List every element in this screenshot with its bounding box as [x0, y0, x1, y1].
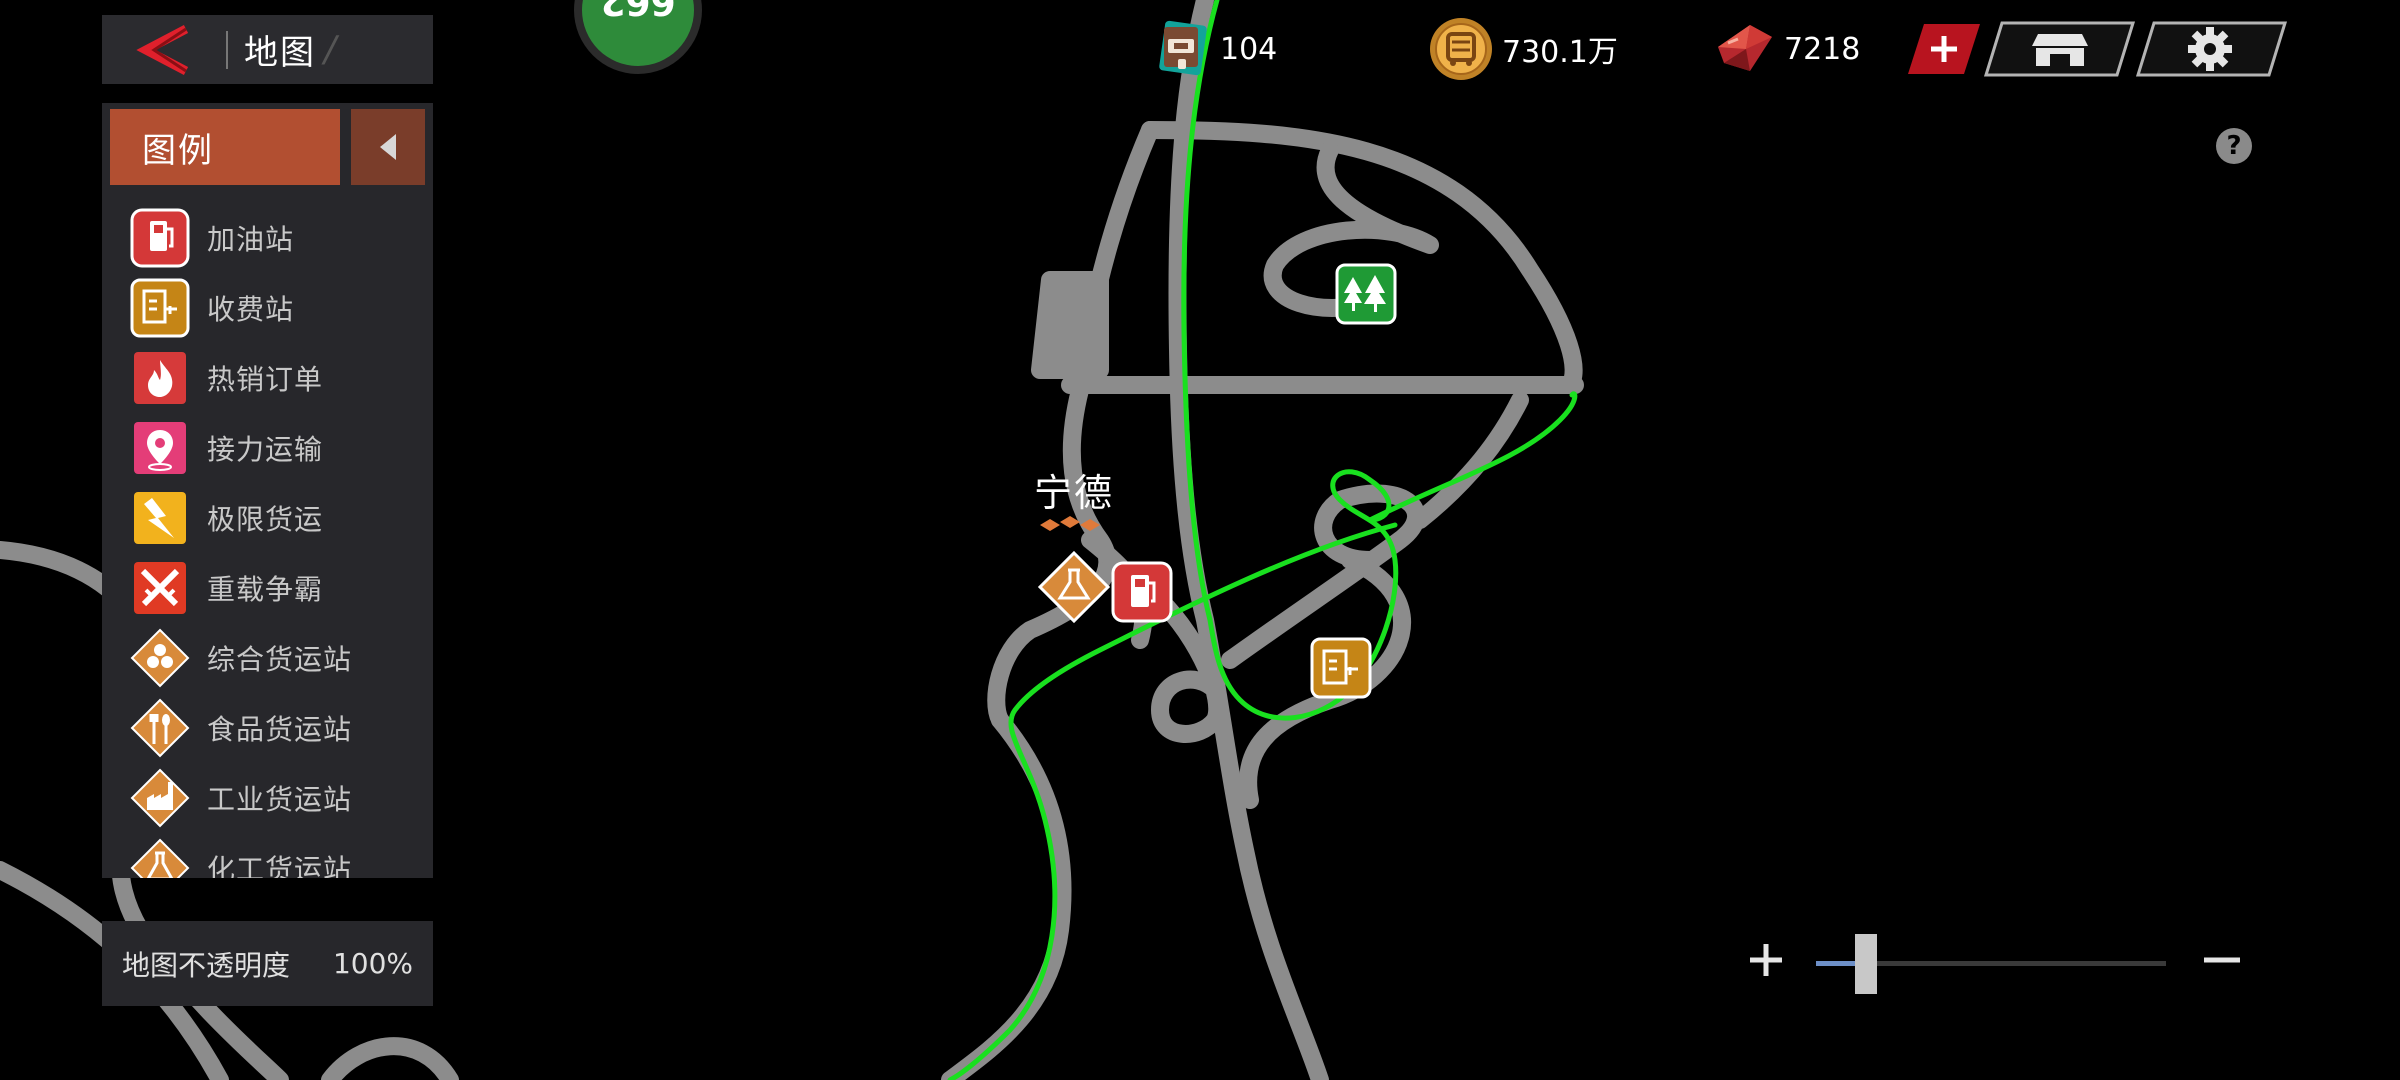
- legend-list: 加油站 收费站 热销订单 接力运输 极限货运 重载争霸 综合货运站 食品货运站 …: [102, 203, 433, 878]
- legend-header: 图例: [102, 103, 433, 185]
- header-decoration: /: [324, 29, 337, 70]
- gem-value: 7218: [1784, 31, 1861, 67]
- legend-item-food-freight[interactable]: 食品货运站: [102, 693, 433, 763]
- fuel-pump-icon: [130, 208, 190, 268]
- zoom-slider-fill: [1816, 961, 1858, 966]
- legend-label: 重载争霸: [207, 573, 324, 606]
- help-button[interactable]: ?: [2216, 128, 2252, 164]
- legend-label: 食品货运站: [207, 713, 353, 746]
- legend-title: 图例: [110, 109, 340, 185]
- shop-icon: [2032, 34, 2088, 66]
- settings-button[interactable]: [2136, 20, 2288, 78]
- legend-item-industrial-freight[interactable]: 工业货运站: [102, 763, 433, 833]
- legend-label: 加油站: [207, 223, 295, 256]
- cargo-box-icon: [1159, 20, 1207, 76]
- factory-icon: [130, 768, 190, 828]
- legend-label: 热销订单: [207, 363, 324, 396]
- legend-item-general-freight[interactable]: 综合货运站: [102, 623, 433, 693]
- legend-label: 接力运输: [207, 433, 324, 466]
- flask-icon: [130, 838, 190, 878]
- gem-icon: [1718, 25, 1772, 71]
- page-title: 地图: [244, 33, 316, 73]
- gem-counter: 7218: [1710, 14, 1860, 84]
- relay-pin-icon: [134, 422, 186, 474]
- park-icon[interactable]: [1335, 263, 1397, 325]
- legend-label: 工业货运站: [207, 783, 353, 816]
- legend-label: 收费站: [207, 293, 295, 326]
- toll-booth-icon[interactable]: [1310, 637, 1372, 699]
- map-opacity-control[interactable]: 地图不透明度 100%: [102, 921, 433, 1006]
- legend-item-fuel-station[interactable]: 加油站: [102, 203, 433, 273]
- legend-label: 化工货运站: [207, 853, 353, 878]
- question-icon: ?: [2226, 131, 2242, 161]
- cargo-value: 104: [1220, 31, 1278, 67]
- city-label: 宁德: [1034, 471, 1115, 515]
- legend-item-chemical-freight[interactable]: 化工货运站: [102, 833, 433, 878]
- legend-item-relay-transport[interactable]: 接力运输: [102, 413, 433, 483]
- hexagon-cluster-icon: [130, 628, 190, 688]
- lightning-icon: [134, 492, 186, 544]
- svg-text:662: 662: [600, 0, 675, 22]
- zoom-out-button[interactable]: [2202, 940, 2242, 980]
- legend-item-toll-station[interactable]: 收费站: [102, 273, 433, 343]
- gear-icon: [2188, 27, 2232, 71]
- zoom-slider[interactable]: [1816, 934, 2166, 994]
- coin-counter: 730.1万: [1428, 14, 1618, 84]
- add-currency-button[interactable]: [1906, 20, 1982, 78]
- speed-limit-badge: 662: [574, 0, 702, 74]
- opacity-label: 地图不透明度: [122, 948, 291, 982]
- legend-item-extreme-freight[interactable]: 极限货运: [102, 483, 433, 553]
- fuel-station-icon[interactable]: [1111, 561, 1173, 623]
- header-divider: [226, 30, 228, 69]
- toll-booth-icon: [130, 278, 190, 338]
- back-button[interactable]: [102, 15, 226, 84]
- legend-panel: 图例 加油站 收费站 热销订单 接力运输 极限货运 重载争霸 综合货运站 食品货…: [102, 103, 433, 878]
- back-arrow-icon: [136, 24, 189, 75]
- zoom-slider-thumb[interactable]: [1855, 934, 1877, 994]
- coin-icon: [1430, 18, 1492, 80]
- legend-label: 极限货运: [207, 503, 324, 536]
- crossed-swords-icon: [134, 562, 186, 614]
- legend-item-heavy-load[interactable]: 重载争霸: [102, 553, 433, 623]
- legend-collapse-button[interactable]: [351, 109, 425, 185]
- fork-spoon-icon: [130, 698, 190, 758]
- cargo-counter: 104: [1152, 14, 1277, 84]
- legend-item-hot-orders[interactable]: 热销订单: [102, 343, 433, 413]
- flame-icon: [134, 352, 186, 404]
- legend-label: 综合货运站: [207, 643, 353, 676]
- plus-icon: [1750, 944, 1782, 976]
- map-header: 地图 /: [102, 15, 433, 84]
- chevron-left-icon: [380, 134, 396, 160]
- coin-value: 730.1万: [1502, 35, 1618, 70]
- shop-button[interactable]: [1984, 20, 2136, 78]
- zoom-in-button[interactable]: [1746, 940, 1786, 980]
- chemical-station-icon[interactable]: [1037, 550, 1111, 624]
- opacity-value: 100%: [332, 947, 413, 980]
